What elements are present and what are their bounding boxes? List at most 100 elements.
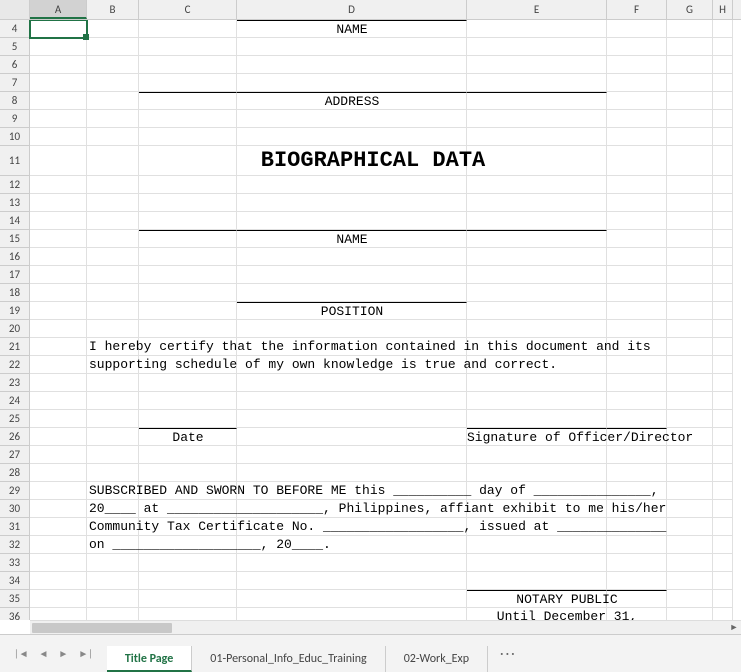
cell-D17[interactable]: [237, 266, 467, 284]
cell-A13[interactable]: [30, 194, 87, 212]
cell-C10[interactable]: [139, 128, 237, 146]
cell-C35[interactable]: [139, 590, 237, 608]
cell-F24[interactable]: [607, 392, 667, 410]
cell-H10[interactable]: [713, 128, 733, 146]
cell-H15[interactable]: [713, 230, 733, 248]
cell-F15[interactable]: [607, 230, 667, 248]
row-header-18[interactable]: 18: [0, 284, 30, 302]
row-header-28[interactable]: 28: [0, 464, 30, 482]
cell-E7[interactable]: [467, 74, 607, 92]
cell-B29[interactable]: SUBSCRIBED AND SWORN TO BEFORE ME this _…: [87, 482, 139, 500]
cell-F32[interactable]: [607, 536, 667, 554]
cell-E25[interactable]: [467, 410, 607, 428]
row-header-31[interactable]: 31: [0, 518, 30, 536]
cell-D9[interactable]: [237, 110, 467, 128]
row-header-11[interactable]: 11: [0, 146, 30, 176]
cell-G25[interactable]: [667, 410, 713, 428]
cell-C13[interactable]: [139, 194, 237, 212]
cell-G34[interactable]: [667, 572, 713, 590]
cell-G31[interactable]: [667, 518, 713, 536]
cell-H26[interactable]: [713, 428, 733, 446]
cell-A27[interactable]: [30, 446, 87, 464]
cell-A6[interactable]: [30, 56, 87, 74]
row-header-21[interactable]: 21: [0, 338, 30, 356]
cell-G32[interactable]: [667, 536, 713, 554]
cell-E28[interactable]: [467, 464, 607, 482]
cell-D28[interactable]: [237, 464, 467, 482]
cell-H20[interactable]: [713, 320, 733, 338]
cell-B7[interactable]: [87, 74, 139, 92]
cell-F17[interactable]: [607, 266, 667, 284]
cell-H8[interactable]: [713, 92, 733, 110]
cell-E12[interactable]: [467, 176, 607, 194]
cell-A18[interactable]: [30, 284, 87, 302]
cell-E6[interactable]: [467, 56, 607, 74]
cell-B26[interactable]: [87, 428, 139, 446]
cell-B13[interactable]: [87, 194, 139, 212]
cell-F4[interactable]: [607, 20, 667, 38]
cell-F6[interactable]: [607, 56, 667, 74]
cell-A15[interactable]: [30, 230, 87, 248]
cell-G35[interactable]: [667, 590, 713, 608]
cell-G11[interactable]: [667, 146, 713, 176]
row-header-23[interactable]: 23: [0, 374, 30, 392]
cell-E33[interactable]: [467, 554, 607, 572]
cell-F34[interactable]: [607, 572, 667, 590]
cell-D27[interactable]: [237, 446, 467, 464]
cell-F22[interactable]: [607, 356, 667, 374]
cell-A28[interactable]: [30, 464, 87, 482]
cell-C7[interactable]: [139, 74, 237, 92]
select-all-corner[interactable]: [0, 0, 30, 19]
cell-F11[interactable]: [607, 146, 667, 176]
row-header-7[interactable]: 7: [0, 74, 30, 92]
cell-H27[interactable]: [713, 446, 733, 464]
cell-G14[interactable]: [667, 212, 713, 230]
cell-C33[interactable]: [139, 554, 237, 572]
row-header-16[interactable]: 16: [0, 248, 30, 266]
cell-A21[interactable]: [30, 338, 87, 356]
cell-A10[interactable]: [30, 128, 87, 146]
cell-A8[interactable]: [30, 92, 87, 110]
row-header-25[interactable]: 25: [0, 410, 30, 428]
row-header-6[interactable]: 6: [0, 56, 30, 74]
cell-C19[interactable]: [139, 302, 237, 320]
more-tabs-icon[interactable]: ···: [488, 645, 529, 662]
cell-H36[interactable]: [713, 608, 733, 620]
cell-D23[interactable]: [237, 374, 467, 392]
cell-H30[interactable]: [713, 500, 733, 518]
cell-E15[interactable]: [467, 230, 607, 248]
cell-C15[interactable]: [139, 230, 237, 248]
cell-B19[interactable]: [87, 302, 139, 320]
cell-B20[interactable]: [87, 320, 139, 338]
cell-D16[interactable]: [237, 248, 467, 266]
cell-E27[interactable]: [467, 446, 607, 464]
cell-G30[interactable]: [667, 500, 713, 518]
cell-A34[interactable]: [30, 572, 87, 590]
cell-B32[interactable]: on ___________________, 20____.: [87, 536, 139, 554]
cell-G6[interactable]: [667, 56, 713, 74]
cell-G28[interactable]: [667, 464, 713, 482]
cell-E18[interactable]: [467, 284, 607, 302]
row-header-24[interactable]: 24: [0, 392, 30, 410]
cell-A14[interactable]: [30, 212, 87, 230]
cell-G23[interactable]: [667, 374, 713, 392]
cell-B9[interactable]: [87, 110, 139, 128]
cell-D6[interactable]: [237, 56, 467, 74]
cell-H4[interactable]: [713, 20, 733, 38]
cell-D10[interactable]: [237, 128, 467, 146]
cell-B16[interactable]: [87, 248, 139, 266]
cell-H22[interactable]: [713, 356, 733, 374]
cell-H6[interactable]: [713, 56, 733, 74]
row-header-34[interactable]: 34: [0, 572, 30, 590]
cell-E24[interactable]: [467, 392, 607, 410]
cell-H5[interactable]: [713, 38, 733, 56]
row-header-4[interactable]: 4: [0, 20, 30, 38]
cell-E20[interactable]: [467, 320, 607, 338]
cell-A31[interactable]: [30, 518, 87, 536]
column-header-G[interactable]: G: [667, 0, 713, 19]
cell-G9[interactable]: [667, 110, 713, 128]
cell-H33[interactable]: [713, 554, 733, 572]
cell-C28[interactable]: [139, 464, 237, 482]
cell-H19[interactable]: [713, 302, 733, 320]
cell-F9[interactable]: [607, 110, 667, 128]
